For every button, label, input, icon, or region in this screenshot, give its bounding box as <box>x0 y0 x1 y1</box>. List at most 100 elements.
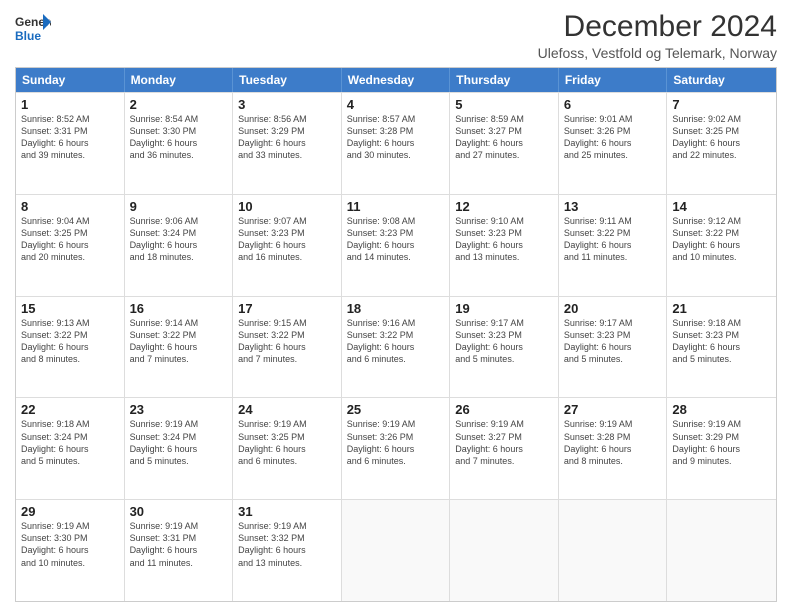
cell-info: Sunrise: 9:06 AM Sunset: 3:24 PM Dayligh… <box>130 215 228 264</box>
cal-cell <box>450 500 559 601</box>
cell-info: Sunrise: 9:13 AM Sunset: 3:22 PM Dayligh… <box>21 317 119 366</box>
cell-info: Sunrise: 9:17 AM Sunset: 3:23 PM Dayligh… <box>564 317 662 366</box>
cal-cell: 31Sunrise: 9:19 AM Sunset: 3:32 PM Dayli… <box>233 500 342 601</box>
cell-info: Sunrise: 8:54 AM Sunset: 3:30 PM Dayligh… <box>130 113 228 162</box>
day-number: 9 <box>130 199 228 214</box>
day-number: 4 <box>347 97 445 112</box>
cal-header-cell-tuesday: Tuesday <box>233 68 342 92</box>
cell-info: Sunrise: 9:19 AM Sunset: 3:24 PM Dayligh… <box>130 418 228 467</box>
cal-cell <box>667 500 776 601</box>
day-number: 28 <box>672 402 771 417</box>
cell-info: Sunrise: 9:19 AM Sunset: 3:25 PM Dayligh… <box>238 418 336 467</box>
day-number: 1 <box>21 97 119 112</box>
cell-info: Sunrise: 8:59 AM Sunset: 3:27 PM Dayligh… <box>455 113 553 162</box>
cal-cell: 18Sunrise: 9:16 AM Sunset: 3:22 PM Dayli… <box>342 297 451 398</box>
cal-cell: 26Sunrise: 9:19 AM Sunset: 3:27 PM Dayli… <box>450 398 559 499</box>
subtitle: Ulefoss, Vestfold og Telemark, Norway <box>538 45 777 61</box>
cell-info: Sunrise: 8:56 AM Sunset: 3:29 PM Dayligh… <box>238 113 336 162</box>
header: General Blue December 2024 Ulefoss, Vest… <box>15 10 777 61</box>
calendar-body: 1Sunrise: 8:52 AM Sunset: 3:31 PM Daylig… <box>16 92 776 601</box>
cal-cell: 2Sunrise: 8:54 AM Sunset: 3:30 PM Daylig… <box>125 93 234 194</box>
day-number: 27 <box>564 402 662 417</box>
day-number: 2 <box>130 97 228 112</box>
cell-info: Sunrise: 9:07 AM Sunset: 3:23 PM Dayligh… <box>238 215 336 264</box>
cell-info: Sunrise: 9:19 AM Sunset: 3:28 PM Dayligh… <box>564 418 662 467</box>
day-number: 24 <box>238 402 336 417</box>
cal-cell <box>559 500 668 601</box>
cell-info: Sunrise: 9:18 AM Sunset: 3:24 PM Dayligh… <box>21 418 119 467</box>
cal-cell: 3Sunrise: 8:56 AM Sunset: 3:29 PM Daylig… <box>233 93 342 194</box>
cell-info: Sunrise: 9:19 AM Sunset: 3:32 PM Dayligh… <box>238 520 336 569</box>
cell-info: Sunrise: 8:57 AM Sunset: 3:28 PM Dayligh… <box>347 113 445 162</box>
logo: General Blue <box>15 10 51 46</box>
cal-cell: 15Sunrise: 9:13 AM Sunset: 3:22 PM Dayli… <box>16 297 125 398</box>
cal-cell: 27Sunrise: 9:19 AM Sunset: 3:28 PM Dayli… <box>559 398 668 499</box>
logo-bird-icon: General Blue <box>15 10 51 46</box>
cal-cell: 20Sunrise: 9:17 AM Sunset: 3:23 PM Dayli… <box>559 297 668 398</box>
cal-cell: 6Sunrise: 9:01 AM Sunset: 3:26 PM Daylig… <box>559 93 668 194</box>
day-number: 18 <box>347 301 445 316</box>
day-number: 12 <box>455 199 553 214</box>
cal-cell: 17Sunrise: 9:15 AM Sunset: 3:22 PM Dayli… <box>233 297 342 398</box>
day-number: 7 <box>672 97 771 112</box>
day-number: 22 <box>21 402 119 417</box>
cal-cell: 19Sunrise: 9:17 AM Sunset: 3:23 PM Dayli… <box>450 297 559 398</box>
day-number: 17 <box>238 301 336 316</box>
cal-cell: 30Sunrise: 9:19 AM Sunset: 3:31 PM Dayli… <box>125 500 234 601</box>
day-number: 31 <box>238 504 336 519</box>
day-number: 14 <box>672 199 771 214</box>
cell-info: Sunrise: 9:19 AM Sunset: 3:30 PM Dayligh… <box>21 520 119 569</box>
cal-cell: 1Sunrise: 8:52 AM Sunset: 3:31 PM Daylig… <box>16 93 125 194</box>
main-title: December 2024 <box>538 10 777 43</box>
cal-cell: 24Sunrise: 9:19 AM Sunset: 3:25 PM Dayli… <box>233 398 342 499</box>
cal-header-cell-thursday: Thursday <box>450 68 559 92</box>
cell-info: Sunrise: 8:52 AM Sunset: 3:31 PM Dayligh… <box>21 113 119 162</box>
calendar: SundayMondayTuesdayWednesdayThursdayFrid… <box>15 67 777 602</box>
cal-row-4: 29Sunrise: 9:19 AM Sunset: 3:30 PM Dayli… <box>16 499 776 601</box>
cal-row-1: 8Sunrise: 9:04 AM Sunset: 3:25 PM Daylig… <box>16 194 776 296</box>
day-number: 13 <box>564 199 662 214</box>
day-number: 5 <box>455 97 553 112</box>
cal-header-cell-sunday: Sunday <box>16 68 125 92</box>
cal-header-cell-friday: Friday <box>559 68 668 92</box>
cell-info: Sunrise: 9:19 AM Sunset: 3:29 PM Dayligh… <box>672 418 771 467</box>
cal-cell: 13Sunrise: 9:11 AM Sunset: 3:22 PM Dayli… <box>559 195 668 296</box>
cal-cell: 21Sunrise: 9:18 AM Sunset: 3:23 PM Dayli… <box>667 297 776 398</box>
day-number: 25 <box>347 402 445 417</box>
cell-info: Sunrise: 9:16 AM Sunset: 3:22 PM Dayligh… <box>347 317 445 366</box>
cell-info: Sunrise: 9:17 AM Sunset: 3:23 PM Dayligh… <box>455 317 553 366</box>
page: General Blue December 2024 Ulefoss, Vest… <box>0 0 792 612</box>
cal-cell: 12Sunrise: 9:10 AM Sunset: 3:23 PM Dayli… <box>450 195 559 296</box>
cal-row-2: 15Sunrise: 9:13 AM Sunset: 3:22 PM Dayli… <box>16 296 776 398</box>
cal-row-0: 1Sunrise: 8:52 AM Sunset: 3:31 PM Daylig… <box>16 92 776 194</box>
cal-cell <box>342 500 451 601</box>
day-number: 16 <box>130 301 228 316</box>
cell-info: Sunrise: 9:18 AM Sunset: 3:23 PM Dayligh… <box>672 317 771 366</box>
cal-cell: 11Sunrise: 9:08 AM Sunset: 3:23 PM Dayli… <box>342 195 451 296</box>
cell-info: Sunrise: 9:11 AM Sunset: 3:22 PM Dayligh… <box>564 215 662 264</box>
cal-header-cell-wednesday: Wednesday <box>342 68 451 92</box>
cal-header-cell-saturday: Saturday <box>667 68 776 92</box>
svg-text:Blue: Blue <box>15 29 41 43</box>
cal-cell: 25Sunrise: 9:19 AM Sunset: 3:26 PM Dayli… <box>342 398 451 499</box>
day-number: 26 <box>455 402 553 417</box>
cal-cell: 10Sunrise: 9:07 AM Sunset: 3:23 PM Dayli… <box>233 195 342 296</box>
cal-cell: 29Sunrise: 9:19 AM Sunset: 3:30 PM Dayli… <box>16 500 125 601</box>
cell-info: Sunrise: 9:10 AM Sunset: 3:23 PM Dayligh… <box>455 215 553 264</box>
day-number: 8 <box>21 199 119 214</box>
day-number: 10 <box>238 199 336 214</box>
cal-cell: 9Sunrise: 9:06 AM Sunset: 3:24 PM Daylig… <box>125 195 234 296</box>
day-number: 20 <box>564 301 662 316</box>
cell-info: Sunrise: 9:19 AM Sunset: 3:26 PM Dayligh… <box>347 418 445 467</box>
title-section: December 2024 Ulefoss, Vestfold og Telem… <box>538 10 777 61</box>
cal-cell: 14Sunrise: 9:12 AM Sunset: 3:22 PM Dayli… <box>667 195 776 296</box>
cal-cell: 4Sunrise: 8:57 AM Sunset: 3:28 PM Daylig… <box>342 93 451 194</box>
cal-row-3: 22Sunrise: 9:18 AM Sunset: 3:24 PM Dayli… <box>16 397 776 499</box>
cell-info: Sunrise: 9:19 AM Sunset: 3:27 PM Dayligh… <box>455 418 553 467</box>
cal-cell: 22Sunrise: 9:18 AM Sunset: 3:24 PM Dayli… <box>16 398 125 499</box>
calendar-header: SundayMondayTuesdayWednesdayThursdayFrid… <box>16 68 776 92</box>
cal-cell: 5Sunrise: 8:59 AM Sunset: 3:27 PM Daylig… <box>450 93 559 194</box>
cell-info: Sunrise: 9:14 AM Sunset: 3:22 PM Dayligh… <box>130 317 228 366</box>
day-number: 6 <box>564 97 662 112</box>
cell-info: Sunrise: 9:12 AM Sunset: 3:22 PM Dayligh… <box>672 215 771 264</box>
